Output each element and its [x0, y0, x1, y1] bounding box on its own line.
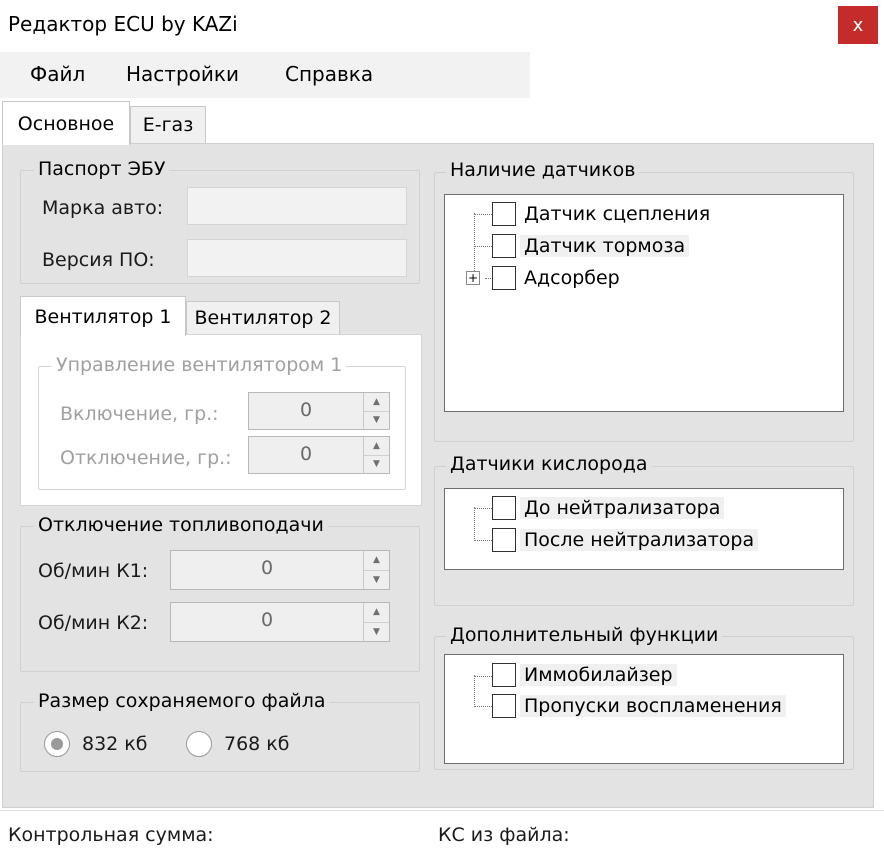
rpm-k1-value: 0	[260, 557, 274, 579]
tree-item-label: После нейтрализатора	[520, 529, 759, 551]
tree-item-label: До нейтрализатора	[520, 497, 725, 519]
chevron-down-icon[interactable]: ▼	[364, 410, 389, 430]
chevron-down-icon[interactable]: ▼	[364, 569, 389, 590]
tree-item-post-catalyst[interactable]: После нейтрализатора	[492, 528, 759, 552]
fan-on-stepper[interactable]: 0 ▲ ▼	[248, 392, 390, 430]
checkbox[interactable]	[492, 234, 516, 258]
tree-item-adsorber[interactable]: + Адсорбер	[466, 266, 624, 290]
sensors-legend: Наличие датчиков	[446, 159, 640, 181]
passport-legend: Паспорт ЭБУ	[34, 158, 170, 180]
radio-768kb[interactable]	[186, 731, 212, 757]
tree-item-immobilizer[interactable]: Иммобилайзер	[492, 663, 677, 687]
tree-item-label: Датчик тормоза	[520, 235, 690, 257]
checkbox[interactable]	[492, 694, 516, 718]
oxygen-tree[interactable]: До нейтрализатора После нейтрализатора	[444, 488, 844, 570]
rpm-k1-stepper[interactable]: 0 ▲ ▼	[170, 550, 390, 590]
close-button[interactable]: x	[838, 6, 878, 44]
oxygen-legend: Датчики кислорода	[446, 453, 652, 475]
tree-item-brake-sensor[interactable]: Датчик тормоза	[492, 234, 690, 258]
file-size-legend: Размер сохраняемого файла	[34, 690, 330, 712]
tree-item-label: Иммобилайзер	[520, 664, 677, 686]
fan-off-stepper[interactable]: 0 ▲ ▼	[248, 436, 390, 474]
extra-functions-legend: Дополнительный функции	[446, 624, 723, 646]
chevron-down-icon[interactable]: ▼	[364, 454, 389, 474]
tree-item-label: Пропуски воспламенения	[520, 695, 786, 717]
chevron-up-icon[interactable]: ▲	[364, 551, 389, 570]
rpm-k1-label: Об/мин К1:	[38, 560, 149, 582]
checkbox[interactable]	[492, 496, 516, 520]
firmware-version-field[interactable]	[187, 239, 407, 277]
car-brand-field[interactable]	[187, 187, 407, 225]
radio-832kb[interactable]	[44, 731, 70, 757]
fan-off-value: 0	[299, 443, 313, 465]
chevron-up-icon[interactable]: ▲	[364, 437, 389, 455]
chevron-up-icon[interactable]: ▲	[364, 603, 389, 622]
tree-item-clutch-sensor[interactable]: Датчик сцепления	[492, 202, 714, 226]
fan-on-label: Включение, гр.:	[60, 403, 219, 425]
checkbox[interactable]	[492, 202, 516, 226]
radio-768kb-label: 768 кб	[224, 733, 290, 755]
checksum-label: Контрольная сумма:	[8, 824, 214, 846]
tree-item-pre-catalyst[interactable]: До нейтрализатора	[492, 496, 725, 520]
rpm-k2-stepper[interactable]: 0 ▲ ▼	[170, 602, 390, 642]
tree-item-label: Адсорбер	[524, 267, 620, 289]
fuel-cut-group	[20, 526, 420, 672]
chevron-down-icon[interactable]: ▼	[364, 621, 389, 642]
fuel-cut-legend: Отключение топливоподачи	[34, 514, 328, 536]
tab-fan-1[interactable]: Вентилятор 1	[20, 296, 186, 336]
extra-functions-tree[interactable]: Иммобилайзер Пропуски воспламенения	[444, 654, 844, 764]
tree-item-misfire[interactable]: Пропуски воспламенения	[492, 694, 786, 718]
radio-832kb-label: 832 кб	[82, 733, 148, 755]
checkbox[interactable]	[492, 663, 516, 687]
window-title: Редактор ECU by KAZi	[8, 12, 238, 36]
tab-fan-2[interactable]: Вентилятор 2	[186, 301, 340, 335]
file-size-group	[20, 702, 420, 772]
file-checksum-label: КС из файла:	[438, 824, 570, 846]
menu-help[interactable]: Справка	[285, 62, 373, 86]
fan-off-label: Отключение, гр.:	[60, 447, 232, 469]
menu-bar-empty-area	[530, 52, 884, 98]
close-icon: x	[852, 14, 864, 36]
tab-main[interactable]: Основное	[2, 101, 130, 145]
firmware-version-label: Версия ПО:	[42, 249, 155, 271]
checkbox[interactable]	[492, 528, 516, 552]
fan-control-legend: Управление вентилятором 1	[52, 354, 347, 376]
menu-settings[interactable]: Настройки	[126, 62, 239, 86]
tree-item-label: Датчик сцепления	[524, 203, 711, 225]
chevron-up-icon[interactable]: ▲	[364, 393, 389, 411]
rpm-k2-value: 0	[260, 609, 274, 631]
checkbox[interactable]	[492, 266, 516, 290]
tab-egas[interactable]: Е-газ	[130, 106, 206, 144]
fan-on-value: 0	[299, 399, 313, 421]
menu-file[interactable]: Файл	[30, 62, 85, 86]
car-brand-label: Марка авто:	[42, 197, 164, 219]
rpm-k2-label: Об/мин К2:	[38, 612, 149, 634]
sensors-tree[interactable]: Датчик сцепления Датчик тормоза + Адсорб…	[444, 194, 844, 412]
plus-expander-icon[interactable]: +	[466, 271, 480, 285]
